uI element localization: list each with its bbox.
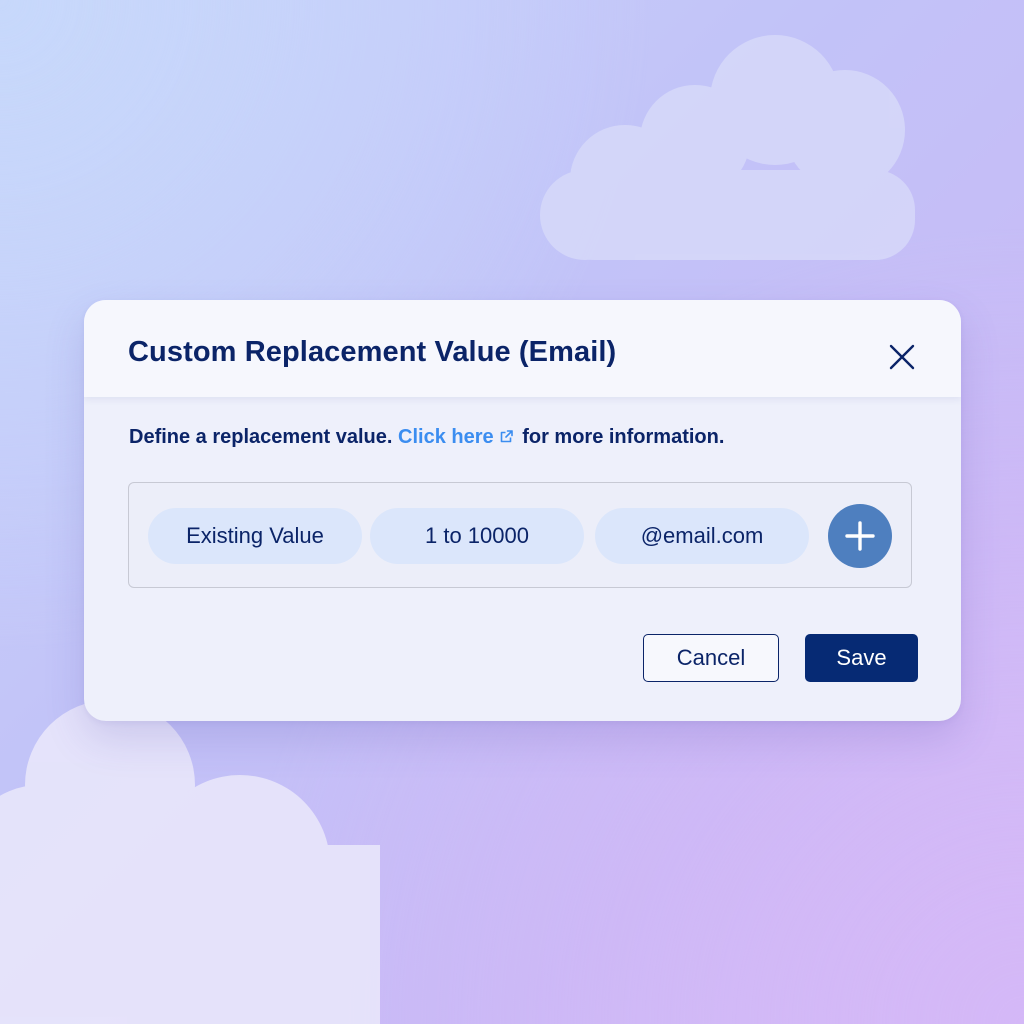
dialog-description: Define a replacement value. Click here f… — [129, 426, 724, 449]
description-prefix: Define a replacement value. — [129, 426, 393, 448]
dialog-header: Custom Replacement Value (Email) — [84, 300, 961, 397]
token-number-range[interactable]: 1 to 10000 — [370, 508, 584, 564]
dialog-title: Custom Replacement Value (Email) — [128, 336, 617, 368]
cloud-decoration-bottom — [0, 700, 380, 1024]
cloud-decoration-top — [540, 35, 915, 260]
external-link-icon — [500, 430, 513, 443]
add-token-button[interactable] — [828, 504, 892, 568]
plus-icon — [845, 521, 875, 551]
cancel-button[interactable]: Cancel — [643, 634, 779, 682]
close-button[interactable] — [883, 338, 921, 376]
save-button[interactable]: Save — [805, 634, 918, 682]
close-icon — [889, 344, 915, 370]
token-email-domain[interactable]: @email.com — [595, 508, 809, 564]
replacement-value-builder: Existing Value 1 to 10000 @email.com — [128, 482, 912, 588]
more-info-link-label: Click here — [398, 426, 494, 448]
token-existing-value[interactable]: Existing Value — [148, 508, 362, 564]
description-suffix: for more information. — [522, 426, 725, 448]
replacement-value-dialog: Custom Replacement Value (Email) Define … — [84, 300, 961, 721]
more-info-link[interactable]: Click here — [398, 426, 517, 448]
